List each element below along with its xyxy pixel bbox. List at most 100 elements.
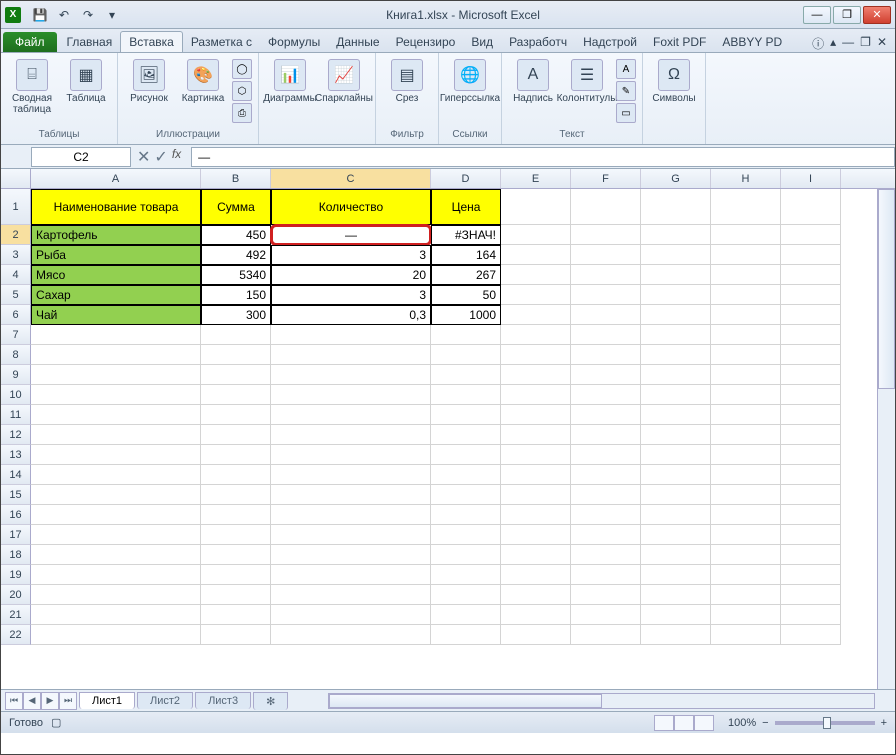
cell[interactable] xyxy=(781,305,841,325)
cell[interactable] xyxy=(641,245,711,265)
cell[interactable] xyxy=(501,285,571,305)
cell[interactable] xyxy=(201,425,271,445)
cell[interactable] xyxy=(31,525,201,545)
cell[interactable]: 3 xyxy=(271,245,431,265)
cell[interactable] xyxy=(201,385,271,405)
sheet-first-button[interactable]: ⏮ xyxy=(5,692,23,710)
cell[interactable] xyxy=(271,525,431,545)
new-sheet-button[interactable]: ✻ xyxy=(253,692,288,710)
cell[interactable] xyxy=(501,585,571,605)
cell[interactable] xyxy=(711,445,781,465)
cell[interactable] xyxy=(711,325,781,345)
cell[interactable] xyxy=(431,365,501,385)
cell[interactable] xyxy=(31,345,201,365)
sheet-tab-3[interactable]: Лист3 xyxy=(195,692,251,709)
row-header-21[interactable]: 21 xyxy=(1,605,31,625)
cell[interactable] xyxy=(781,565,841,585)
header-cell[interactable]: Наименование товара xyxy=(31,189,201,225)
cell[interactable] xyxy=(31,365,201,385)
cell[interactable]: 3 xyxy=(271,285,431,305)
cell[interactable] xyxy=(271,545,431,565)
cell[interactable] xyxy=(501,325,571,345)
cell[interactable]: 5340 xyxy=(201,265,271,285)
cell[interactable] xyxy=(641,505,711,525)
cell[interactable] xyxy=(431,565,501,585)
cell[interactable] xyxy=(501,565,571,585)
cell[interactable] xyxy=(711,405,781,425)
vscroll-thumb[interactable] xyxy=(878,189,895,389)
smartart-button[interactable]: ⬡ xyxy=(232,81,252,101)
col-header-G[interactable]: G xyxy=(641,169,711,188)
cell[interactable] xyxy=(781,189,841,225)
object-button[interactable]: ▭ xyxy=(616,103,636,123)
active-cell[interactable]: — xyxy=(271,225,431,245)
col-header-F[interactable]: F xyxy=(571,169,641,188)
hscroll-thumb[interactable] xyxy=(329,694,601,708)
cell[interactable] xyxy=(501,265,571,285)
cell[interactable] xyxy=(641,485,711,505)
cell[interactable] xyxy=(31,385,201,405)
tab-data[interactable]: Данные xyxy=(328,32,387,52)
cell[interactable] xyxy=(201,545,271,565)
cell[interactable] xyxy=(501,385,571,405)
cell[interactable] xyxy=(711,305,781,325)
cell[interactable] xyxy=(711,605,781,625)
cell[interactable] xyxy=(711,485,781,505)
cell[interactable]: 50 xyxy=(431,285,501,305)
cell[interactable] xyxy=(501,425,571,445)
fx-icon[interactable]: fx xyxy=(172,147,185,167)
cell[interactable]: 164 xyxy=(431,245,501,265)
cell[interactable] xyxy=(711,465,781,485)
cell[interactable] xyxy=(571,325,641,345)
cell[interactable] xyxy=(711,565,781,585)
cell[interactable] xyxy=(711,265,781,285)
cell[interactable] xyxy=(501,405,571,425)
doc-min-icon[interactable]: — xyxy=(842,35,854,52)
cell[interactable] xyxy=(501,365,571,385)
sheet-last-button[interactable]: ⏭ xyxy=(59,692,77,710)
cell[interactable] xyxy=(781,225,841,245)
cell[interactable] xyxy=(571,445,641,465)
symbol-button[interactable]: ΩСимволы xyxy=(649,55,699,104)
row-header-12[interactable]: 12 xyxy=(1,425,31,445)
undo-button[interactable]: ↶ xyxy=(53,4,75,26)
header-cell[interactable]: Сумма xyxy=(201,189,271,225)
cell[interactable] xyxy=(431,605,501,625)
cell[interactable]: 150 xyxy=(201,285,271,305)
cell[interactable] xyxy=(271,625,431,645)
tab-home[interactable]: Главная xyxy=(59,32,121,52)
cell[interactable] xyxy=(781,625,841,645)
cell[interactable]: 450 xyxy=(201,225,271,245)
col-header-H[interactable]: H xyxy=(711,169,781,188)
tab-view[interactable]: Вид xyxy=(463,32,501,52)
name-box[interactable]: C2 xyxy=(31,147,131,167)
cell[interactable] xyxy=(31,465,201,485)
cell[interactable] xyxy=(711,505,781,525)
col-header-A[interactable]: A xyxy=(31,169,201,188)
cell[interactable] xyxy=(271,325,431,345)
cell[interactable] xyxy=(641,285,711,305)
cell[interactable] xyxy=(201,525,271,545)
row-header-4[interactable]: 4 xyxy=(1,265,31,285)
tab-formulas[interactable]: Формулы xyxy=(260,32,328,52)
sheet-next-button[interactable]: ▶ xyxy=(41,692,59,710)
cell[interactable] xyxy=(201,585,271,605)
cell[interactable] xyxy=(431,425,501,445)
cell[interactable] xyxy=(431,525,501,545)
cell[interactable] xyxy=(641,565,711,585)
cell[interactable] xyxy=(571,285,641,305)
accept-formula-icon[interactable]: ✓ xyxy=(154,147,167,167)
tab-abbyy[interactable]: ABBYY PD xyxy=(714,32,790,52)
cell[interactable] xyxy=(571,265,641,285)
zoom-level[interactable]: 100% xyxy=(728,717,756,729)
hyperlink-button[interactable]: 🌐Гиперссылка xyxy=(445,55,495,104)
row-header-5[interactable]: 5 xyxy=(1,285,31,305)
cell[interactable] xyxy=(641,189,711,225)
cell[interactable] xyxy=(711,245,781,265)
cell[interactable] xyxy=(201,325,271,345)
tab-foxit[interactable]: Foxit PDF xyxy=(645,32,714,52)
tab-insert[interactable]: Вставка xyxy=(120,31,183,52)
cell[interactable] xyxy=(641,525,711,545)
row-header-17[interactable]: 17 xyxy=(1,525,31,545)
cell[interactable] xyxy=(271,485,431,505)
